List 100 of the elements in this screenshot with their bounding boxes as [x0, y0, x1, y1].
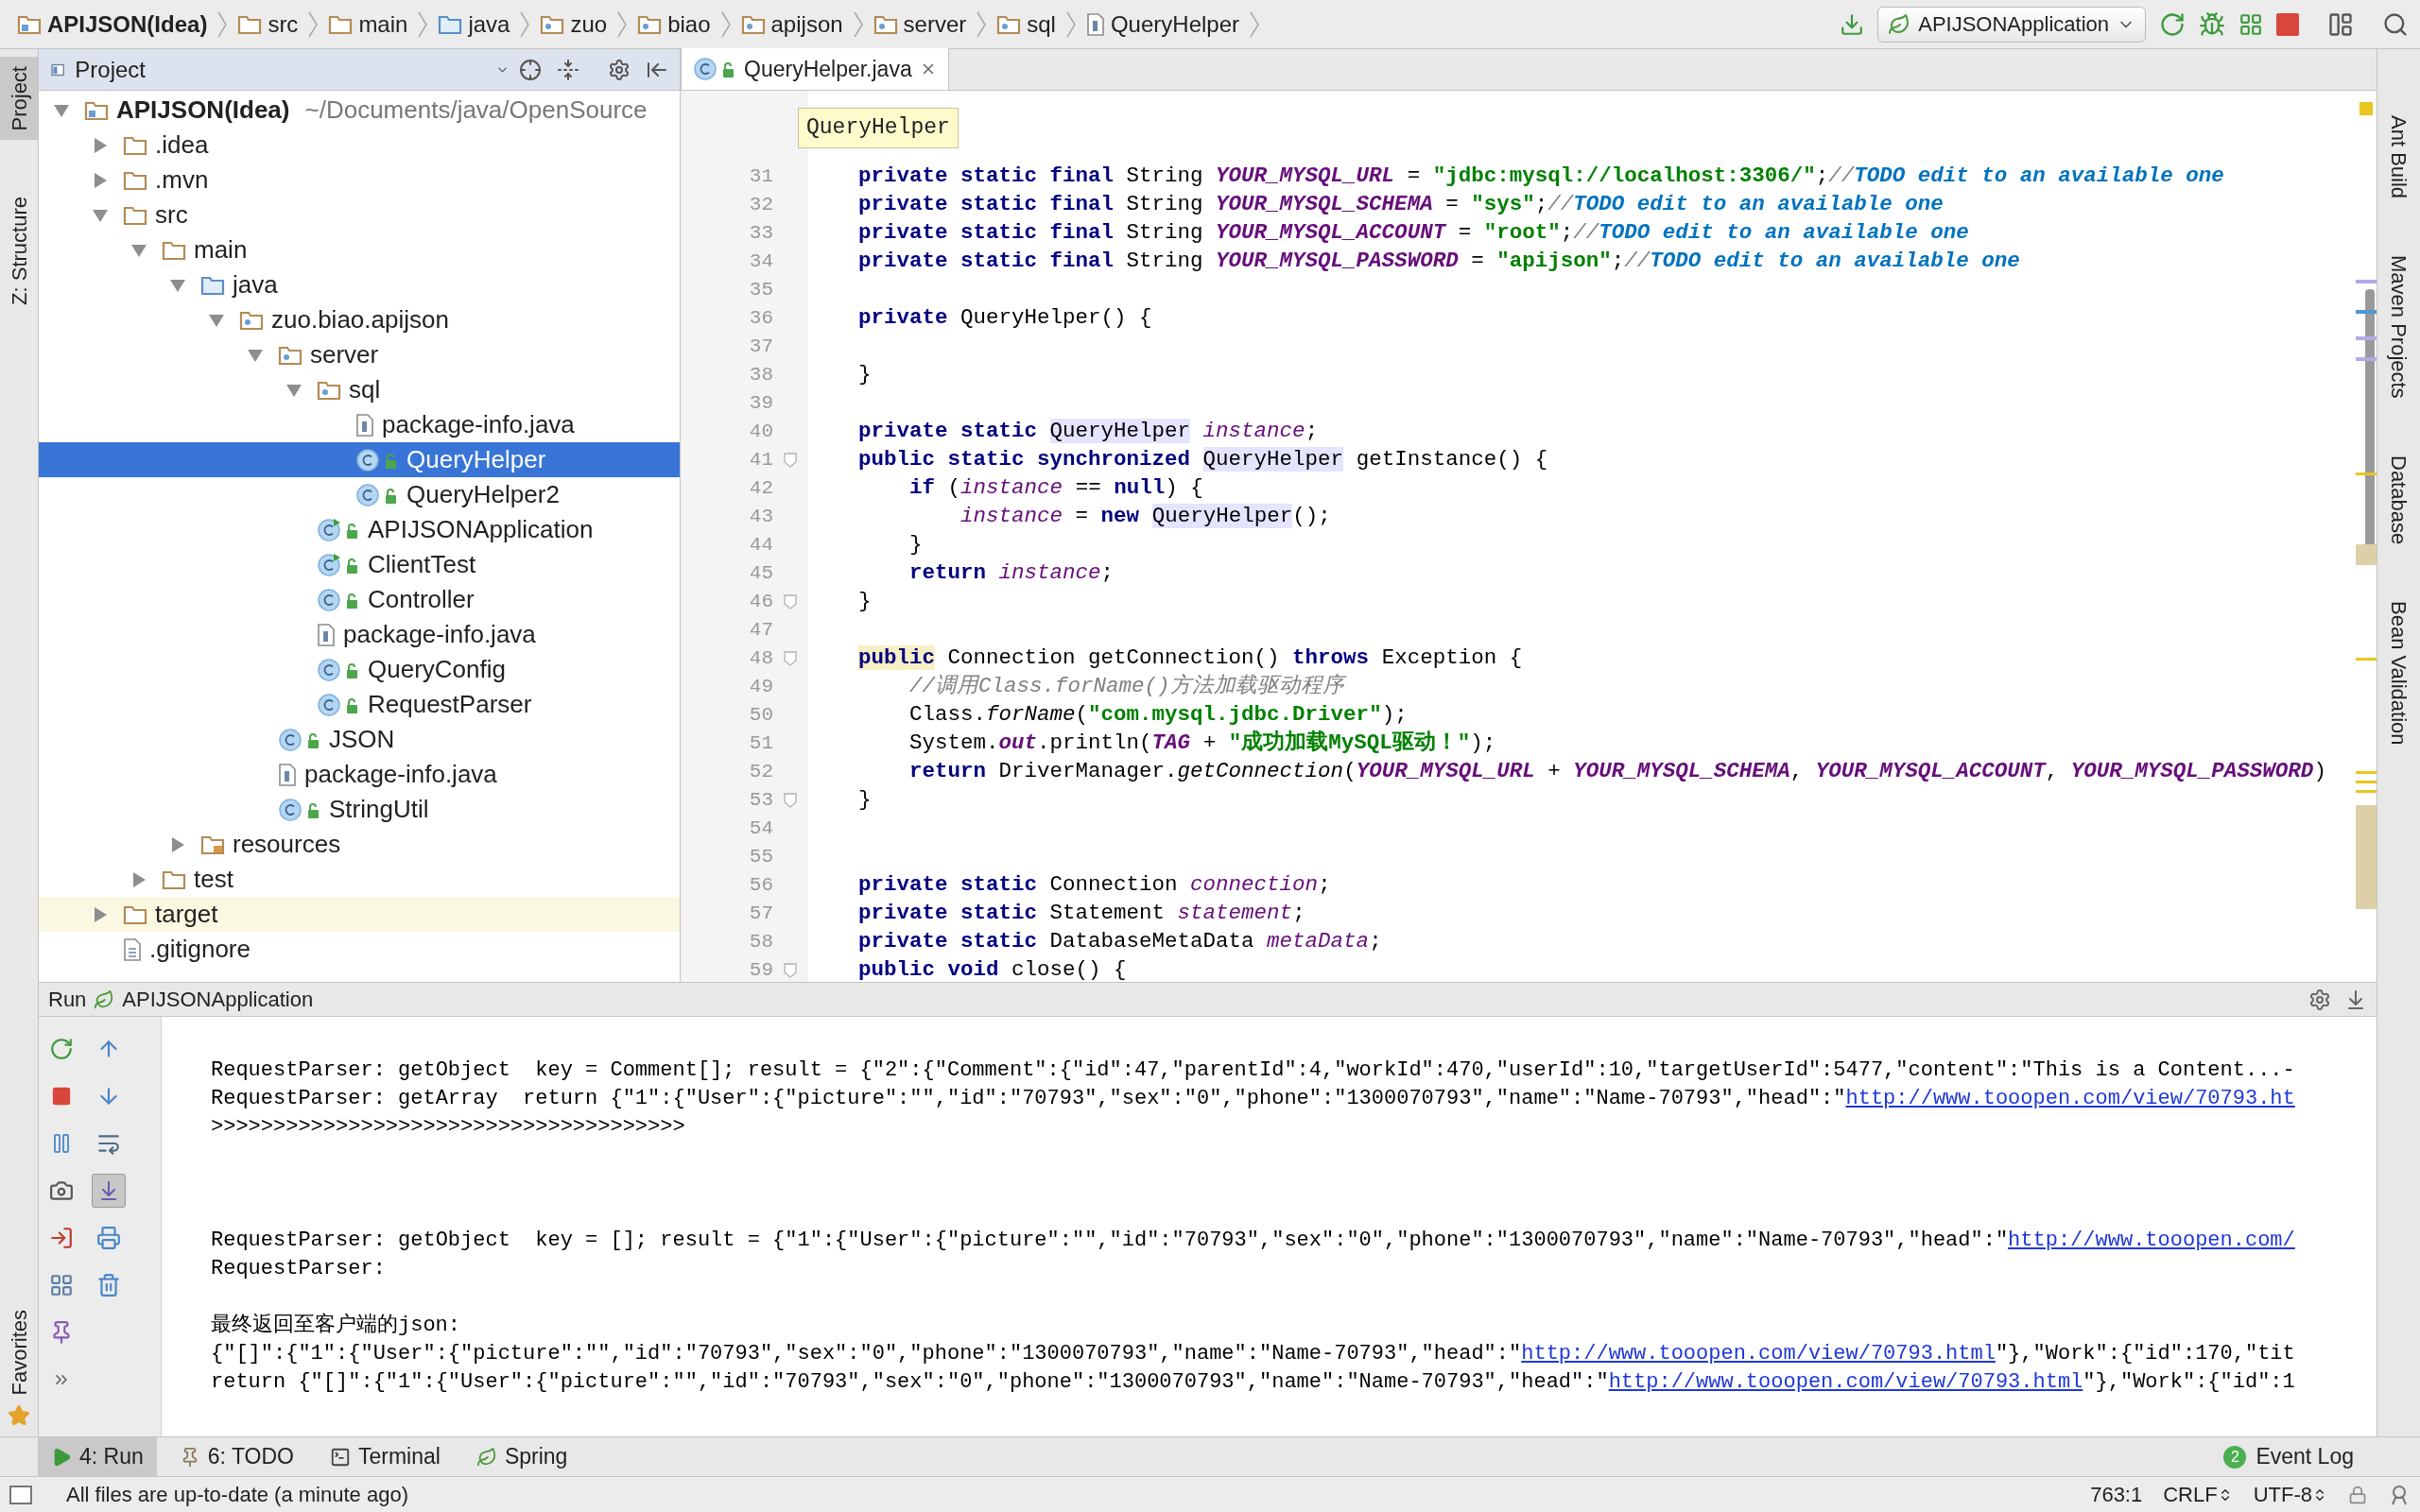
breadcrumb-item[interactable]: server [867, 7, 973, 42]
debug-icon[interactable] [2199, 10, 2225, 38]
tree-item[interactable]: Controller [39, 582, 680, 617]
run-configuration-name[interactable]: APIJSONApplication [122, 984, 314, 1015]
link[interactable]: http://www.tooopen.com/view/70793.html [1521, 1342, 1996, 1366]
status-message: All files are up-to-date (a minute ago) [66, 1482, 408, 1508]
settings-icon[interactable] [608, 58, 631, 81]
breadcrumb-item[interactable]: main [322, 7, 414, 42]
code-line: } [857, 361, 872, 389]
tree-item[interactable]: QueryHelper2 [39, 477, 680, 512]
event-log-button[interactable]: 2 Event Log [2223, 1440, 2354, 1473]
java-file-icon [317, 623, 336, 646]
caret-position[interactable]: 763:1 [2090, 1479, 2143, 1510]
link[interactable]: http://www.tooopen.com/ [2008, 1228, 2295, 1252]
breadcrumb-item[interactable]: sql [991, 7, 1062, 42]
breadcrumb-item[interactable]: src [232, 7, 304, 42]
tree-item[interactable]: APIJSONApplication [39, 512, 680, 547]
folder-icon [438, 13, 463, 35]
code-line: public void close() { [857, 956, 1127, 982]
folder-icon [237, 13, 263, 35]
tree-item[interactable]: RequestParser [39, 687, 680, 722]
fold-marker-icon[interactable] [783, 792, 798, 809]
run-configuration-dropdown[interactable]: APIJSONApplication [1877, 6, 2146, 43]
tree-item[interactable]: main [39, 232, 680, 267]
link[interactable]: http://www.tooopen.com/view/70793.html [1608, 1370, 2083, 1394]
editor-tab[interactable]: QueryHelper.java [681, 48, 949, 90]
tool-window-button[interactable]: Z: Structure [0, 187, 38, 316]
chevron-right-icon [417, 9, 429, 39]
tool-window-tab[interactable]: 4: Run [38, 1436, 157, 1477]
collapse-all-icon[interactable] [557, 58, 579, 81]
stop-icon[interactable] [2276, 12, 2299, 36]
tool-window-tab[interactable]: Terminal [316, 1436, 454, 1477]
tool-window-button[interactable]: Maven Projects [2379, 246, 2418, 408]
settings-icon[interactable] [2308, 988, 2331, 1011]
line-number: 51 [748, 731, 773, 757]
breadcrumb-item[interactable]: apijson [735, 7, 849, 42]
code-line: instance = new QueryHelper(); [959, 503, 1331, 531]
breadcrumb-item[interactable]: QueryHelper [1080, 7, 1245, 42]
runnable-class-icon [317, 517, 360, 542]
fold-marker-icon[interactable] [783, 452, 798, 469]
locate-icon[interactable] [519, 58, 542, 81]
breadcrumb-item[interactable]: java [432, 7, 516, 42]
scroll-to-end-button[interactable] [92, 1174, 126, 1208]
tree-item[interactable]: target [39, 897, 680, 932]
tool-window-button[interactable]: Project [0, 57, 38, 141]
fold-marker-icon[interactable] [783, 593, 798, 610]
download-icon[interactable] [1840, 11, 1865, 37]
tree-item[interactable]: package-info.java [39, 757, 680, 792]
search-icon[interactable] [2382, 10, 2409, 38]
line-number: 36 [748, 306, 773, 332]
line-separator-selector[interactable]: CRLF [2163, 1479, 2233, 1510]
tree-item[interactable]: resources [39, 827, 680, 862]
link[interactable]: http://www.tooopen.com/view/70793.ht [1845, 1087, 2295, 1110]
tree-item[interactable]: server [39, 337, 680, 372]
tree-item[interactable]: QueryConfig [39, 652, 680, 687]
tree-item[interactable]: sql [39, 372, 680, 407]
folder-icon [162, 239, 186, 261]
rerun-icon[interactable] [2159, 10, 2186, 38]
tree-item[interactable]: APIJSON(Idea) ~/Documents/java/OpenSource [39, 93, 680, 128]
module-folder-icon [17, 13, 42, 35]
tool-window-button[interactable]: Database [2379, 445, 2418, 554]
tree-item[interactable]: package-info.java [39, 617, 680, 652]
encoding-selector[interactable]: UTF-8 [2253, 1479, 2327, 1510]
line-number: 58 [748, 930, 773, 955]
chevron-right-icon [216, 9, 229, 39]
tree-item[interactable]: .idea [39, 128, 680, 163]
tree-item[interactable]: JSON [39, 722, 680, 757]
line-number: 43 [748, 505, 773, 530]
breadcrumb-item[interactable]: biao [631, 7, 717, 42]
lock-icon[interactable] [2348, 1485, 2367, 1504]
tree-item[interactable]: java [39, 267, 680, 302]
class-icon [317, 657, 360, 682]
code-line: public Connection getConnection() throws Exception { [857, 644, 1523, 673]
tree-item[interactable]: .gitignore [39, 932, 680, 967]
tree-item[interactable]: zuo.biao.apijson [39, 302, 680, 337]
tree-item[interactable]: StringUtil [39, 792, 680, 827]
panel-toggle-icon[interactable] [9, 1485, 32, 1504]
java-file-icon [278, 763, 297, 786]
tool-window-button[interactable]: Bean Validation [2379, 591, 2418, 755]
tree-item[interactable]: QueryHelper [39, 442, 680, 477]
layout-icon[interactable] [2327, 10, 2354, 38]
code-line: System.out.println(TAG + "成功加载MySQL驱动！"); [908, 729, 1496, 758]
coverage-icon[interactable] [2238, 11, 2263, 37]
tree-item[interactable]: .mvn [39, 163, 680, 198]
tool-window-tab[interactable]: 6: TODO [165, 1436, 307, 1477]
fold-marker-icon[interactable] [783, 962, 798, 979]
fold-marker-icon[interactable] [783, 650, 798, 667]
code-line: private static QueryHelper instance; [857, 418, 1319, 446]
breadcrumb-item[interactable]: APIJSON(Idea) [11, 7, 214, 42]
tree-item[interactable]: src [39, 198, 680, 232]
tree-item[interactable]: test [39, 862, 680, 897]
tree-item[interactable]: package-info.java [39, 407, 680, 442]
panel-title[interactable]: Project [75, 52, 147, 87]
tool-window-button[interactable]: Ant Build [2379, 106, 2418, 209]
tool-window-tab[interactable]: Spring [462, 1436, 581, 1477]
tool-window-button[interactable]: Favorites [0, 1299, 38, 1404]
line-number: 53 [748, 788, 773, 814]
code-line: } [857, 786, 872, 815]
tree-item[interactable]: ClientTest [39, 547, 680, 582]
breadcrumb-item[interactable]: zuo [534, 7, 614, 42]
